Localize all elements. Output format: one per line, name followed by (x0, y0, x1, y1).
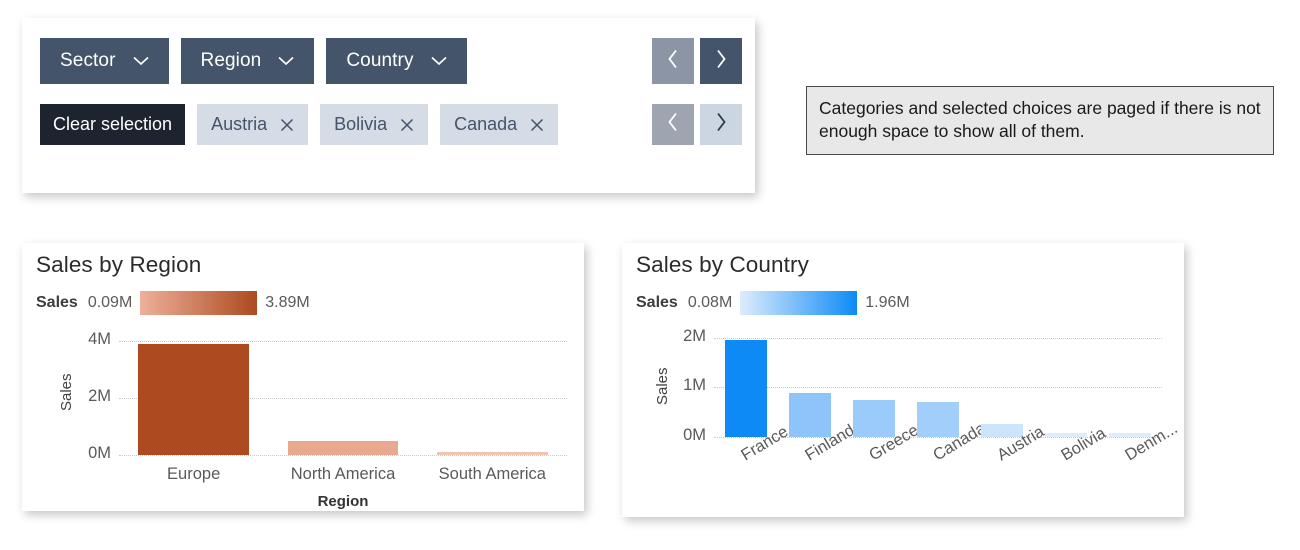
dropdown-country[interactable]: Country (326, 38, 467, 84)
gridline (714, 387, 1162, 389)
category-pager-prev-button[interactable] (652, 38, 694, 84)
x-axis-tick: South America (438, 465, 546, 483)
callout-annotation: Categories and selected choices are page… (806, 86, 1274, 156)
clear-selection-label: Clear selection (53, 114, 173, 134)
selection-chip-row: Clear selection Austria Bolivia Canada (40, 104, 570, 145)
chevron-down-icon (430, 56, 447, 66)
bar[interactable] (287, 440, 399, 455)
x-axis-tick: North America (290, 465, 396, 483)
chip-austria-label: Austria (211, 114, 268, 134)
close-icon[interactable] (280, 118, 294, 132)
chevron-right-icon (715, 112, 727, 137)
chevron-right-icon (715, 49, 727, 74)
chart-card-sales-by-country[interactable]: Sales by Country Sales 0.08M 1.96M Sales… (622, 243, 1184, 517)
y-axis-tick: 0M (88, 444, 111, 462)
selection-pager-prev-button[interactable] (652, 104, 694, 145)
dropdown-region-label: Region (200, 50, 262, 71)
gridline (714, 337, 1162, 339)
chart-card-sales-by-region[interactable]: Sales by Region Sales 0.09M 3.89M Sales 0… (22, 243, 584, 511)
bar[interactable] (852, 399, 896, 437)
y-axis-tick: 4M (88, 329, 111, 348)
dropdown-sector-label: Sector (60, 50, 116, 71)
selection-pager-next-button[interactable] (700, 104, 742, 145)
chip-austria[interactable]: Austria (197, 104, 309, 145)
y-axis-tick: 2M (88, 386, 111, 405)
chevron-down-icon (278, 56, 294, 66)
chevron-down-icon (132, 56, 149, 66)
close-icon[interactable] (530, 118, 544, 132)
selection-pager (652, 104, 748, 145)
x-axis-tick: Bolivia (1057, 423, 1109, 465)
category-pager (652, 38, 748, 84)
x-axis-title: Region (317, 493, 369, 510)
bar[interactable] (437, 452, 548, 455)
close-icon[interactable] (400, 118, 414, 132)
filter-panel: Sector Region Country Clear selection Au… (22, 18, 755, 193)
chip-canada-label: Canada (454, 114, 518, 134)
dropdown-sector[interactable]: Sector (40, 38, 169, 84)
chip-bolivia-label: Bolivia (334, 114, 388, 134)
y-axis-tick: 0M (683, 426, 706, 444)
y-axis-tick: 2M (683, 326, 706, 345)
gridline (119, 340, 567, 342)
plot-area-region: Sales 0M 2M 4M Europe North America South Amer… (22, 243, 584, 511)
category-pager-next-button[interactable] (700, 38, 742, 84)
bar[interactable] (138, 344, 249, 455)
plot-area-country: Sales 0M 1M 2M France Finland Greece Canada Aust… (622, 243, 1184, 517)
category-button-row: Sector Region Country (40, 38, 479, 84)
x-axis-tick: Denm... (1121, 419, 1181, 465)
chip-bolivia[interactable]: Bolivia (320, 104, 429, 145)
dropdown-country-label: Country (346, 50, 414, 71)
dropdown-region[interactable]: Region (180, 38, 315, 84)
gridline (119, 455, 567, 456)
chip-canada[interactable]: Canada (440, 104, 559, 145)
bar[interactable] (916, 401, 960, 437)
bar[interactable] (788, 393, 832, 437)
bar[interactable] (724, 339, 768, 437)
clear-selection-button[interactable]: Clear selection (40, 104, 186, 145)
x-axis-tick: Europe (167, 465, 221, 483)
chevron-left-icon (667, 49, 679, 74)
callout-text: Categories and selected choices are page… (819, 98, 1261, 142)
y-axis-tick: 1M (683, 376, 706, 395)
chevron-left-icon (667, 112, 679, 137)
